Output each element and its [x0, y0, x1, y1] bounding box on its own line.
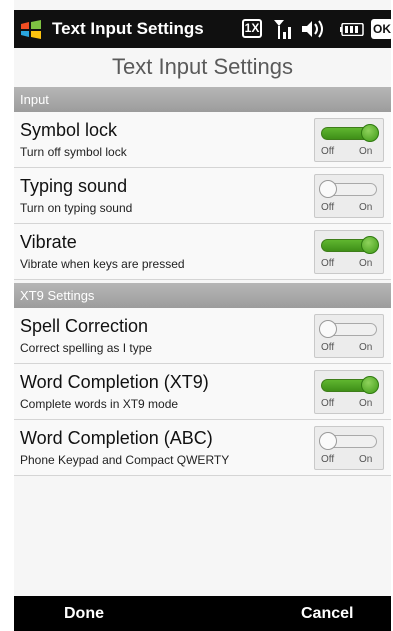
volume-icon[interactable] [300, 19, 326, 39]
toggle-knob[interactable] [319, 320, 337, 338]
setting-row-spell-correction[interactable]: Spell Correction Correct spelling as I t… [14, 308, 391, 364]
network-type-indicator[interactable]: 1X [242, 19, 262, 38]
setting-row-word-completion-xt9[interactable]: Word Completion (XT9) Complete words in … [14, 364, 391, 420]
toggle-on-label: On [359, 342, 373, 353]
toggle-on-label: On [359, 454, 373, 465]
toggle-on-label: On [359, 146, 373, 157]
toggle-on-label: On [359, 202, 373, 213]
vibrate-toggle[interactable]: Off On [314, 230, 384, 274]
battery-icon[interactable] [340, 23, 364, 36]
toggle-on-label: On [359, 398, 373, 409]
setting-title: Vibrate [20, 232, 77, 252]
windows-logo-icon[interactable] [20, 20, 42, 39]
symbol-lock-toggle[interactable]: Off On [314, 118, 384, 162]
section-header-input: Input [14, 87, 391, 112]
toggle-off-label: Off [321, 202, 335, 213]
setting-row-vibrate[interactable]: Vibrate Vibrate when keys are pressed Of… [14, 224, 391, 280]
toggle-knob[interactable] [361, 236, 379, 254]
word-completion-abc-toggle[interactable]: Off On [314, 426, 384, 470]
signal-icon[interactable] [272, 18, 294, 40]
toggle-off-label: Off [321, 146, 335, 157]
word-completion-xt9-toggle[interactable]: Off On [314, 370, 384, 414]
toggle-off-label: Off [321, 398, 335, 409]
toggle-on-label: On [359, 258, 373, 269]
setting-title: Word Completion (XT9) [20, 372, 209, 392]
setting-title: Symbol lock [20, 120, 118, 140]
setting-description: Correct spelling as I type [20, 341, 153, 355]
page-title: Text Input Settings [112, 54, 293, 79]
cancel-button[interactable]: Cancel [301, 605, 353, 623]
setting-title: Word Completion (ABC) [20, 428, 213, 448]
typing-sound-toggle[interactable]: Off On [314, 174, 384, 218]
toggle-knob[interactable] [361, 376, 379, 394]
spell-correction-toggle[interactable]: Off On [314, 314, 384, 358]
setting-title: Spell Correction [20, 316, 149, 336]
status-bar: Text Input Settings 1X OK [14, 10, 393, 48]
setting-title: Typing sound [20, 176, 128, 196]
setting-description: Complete words in XT9 mode [20, 397, 179, 411]
toggle-off-label: Off [321, 258, 335, 269]
setting-description: Turn on typing sound [20, 201, 133, 215]
setting-description: Turn off symbol lock [20, 145, 127, 159]
toggle-knob[interactable] [319, 180, 337, 198]
setting-description: Vibrate when keys are pressed [20, 257, 185, 271]
section-header-xt9: XT9 Settings [14, 283, 391, 308]
done-button[interactable]: Done [64, 605, 104, 623]
status-bar-title[interactable]: Text Input Settings [52, 19, 204, 39]
device-screen: Text Input Settings 1X OK Text Input Set… [14, 0, 393, 631]
setting-row-symbol-lock[interactable]: Symbol lock Turn off symbol lock Off On [14, 112, 391, 168]
setting-row-word-completion-abc[interactable]: Word Completion (ABC) Phone Keypad and C… [14, 420, 391, 476]
ok-button[interactable]: OK [371, 19, 393, 39]
toggle-knob[interactable] [319, 432, 337, 450]
setting-row-typing-sound[interactable]: Typing sound Turn on typing sound Off On [14, 168, 391, 224]
toggle-off-label: Off [321, 454, 335, 465]
toggle-off-label: Off [321, 342, 335, 353]
toggle-knob[interactable] [361, 124, 379, 142]
bottom-menu-bar: Done Cancel [14, 596, 391, 631]
setting-description: Phone Keypad and Compact QWERTY [20, 453, 230, 467]
